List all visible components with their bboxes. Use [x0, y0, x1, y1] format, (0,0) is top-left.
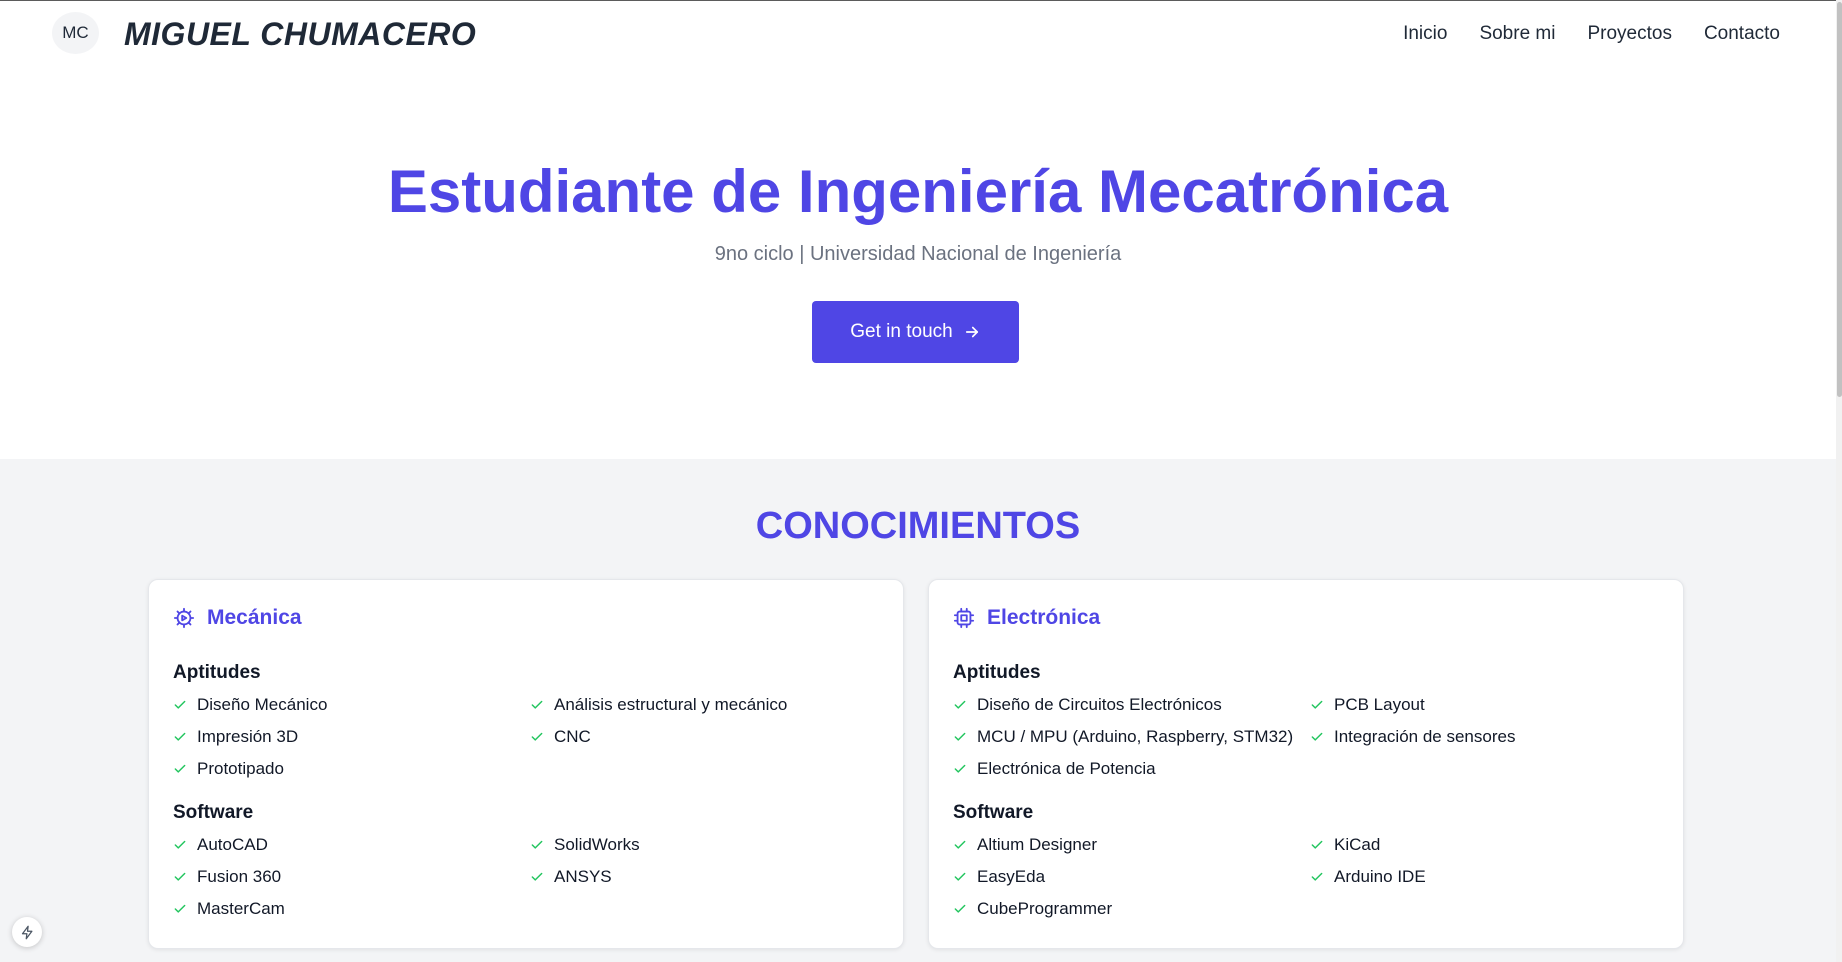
- list-item: EasyEda: [953, 861, 1310, 893]
- list-item: MCU / MPU (Arduino, Raspberry, STM32): [953, 721, 1310, 753]
- item-label: Prototipado: [197, 759, 284, 778]
- gear-icon: [173, 607, 195, 629]
- list-item: AutoCAD: [173, 829, 530, 861]
- lightning-button[interactable]: [12, 917, 42, 947]
- item-label: Integración de sensores: [1334, 727, 1516, 746]
- item-label: KiCad: [1334, 835, 1381, 854]
- skills-list: Diseño Mecánico Análisis estructural y m…: [173, 689, 883, 785]
- skills-heading: Aptitudes: [173, 662, 261, 683]
- site-header: MC MIGUEL CHUMACERO Inicio Sobre mi Proy…: [0, 1, 1836, 65]
- check-icon: [174, 904, 186, 913]
- knowledge-section: CONOCIMIENTOS Mecánica Aptitudes Diseño …: [0, 459, 1836, 962]
- item-label: Altium Designer: [977, 835, 1097, 854]
- card-mecanica: Mecánica Aptitudes Diseño Mecánico Análi…: [148, 579, 904, 949]
- list-item: KiCad: [1310, 829, 1663, 861]
- list-item: ANSYS: [530, 861, 883, 893]
- item-label: Electrónica de Potencia: [977, 759, 1156, 778]
- get-in-touch-label: Get in touch: [850, 321, 953, 342]
- item-label: Fusion 360: [197, 867, 282, 886]
- nav-link-proyectos[interactable]: Proyectos: [1587, 23, 1671, 45]
- list-item: Arduino IDE: [1310, 861, 1663, 893]
- check-icon: [1311, 872, 1323, 881]
- software-heading: Software: [173, 802, 254, 823]
- check-icon: [954, 904, 966, 913]
- list-item: SolidWorks: [530, 829, 883, 861]
- list-item: Impresión 3D: [173, 721, 530, 753]
- item-label: SolidWorks: [554, 835, 640, 854]
- list-item: Diseño Mecánico: [173, 689, 530, 721]
- check-icon: [1311, 700, 1323, 709]
- check-icon: [174, 732, 186, 741]
- nav-link-inicio[interactable]: Inicio: [1403, 23, 1447, 45]
- item-label: Análisis estructural y mecánico: [554, 695, 788, 714]
- nav-link-contacto[interactable]: Contacto: [1704, 23, 1780, 45]
- item-label: MasterCam: [197, 899, 285, 918]
- lightning-icon: [21, 925, 32, 939]
- check-icon: [954, 872, 966, 881]
- list-item: Análisis estructural y mecánico: [530, 689, 883, 721]
- check-icon: [531, 840, 543, 849]
- software-heading: Software: [953, 802, 1034, 823]
- item-label: PCB Layout: [1334, 695, 1425, 714]
- list-item: PCB Layout: [1310, 689, 1663, 721]
- hero-section: Estudiante de Ingeniería Mecatrónica 9no…: [0, 65, 1836, 459]
- check-icon: [954, 700, 966, 709]
- software-list: AutoCAD SolidWorks Fusion 360 ANSYS Mast…: [173, 829, 883, 925]
- check-icon: [954, 764, 966, 773]
- nav-link-sobre-mi[interactable]: Sobre mi: [1479, 23, 1555, 45]
- main-nav: Inicio Sobre mi Proyectos Contacto: [1403, 23, 1780, 45]
- item-label: Diseño de Circuitos Electrónicos: [977, 695, 1222, 714]
- software-list: Altium Designer KiCad EasyEda Arduino ID…: [953, 829, 1663, 925]
- site-name[interactable]: MIGUEL CHUMACERO: [124, 16, 476, 53]
- check-icon: [1311, 732, 1323, 741]
- card-header: Mecánica: [173, 606, 302, 630]
- check-icon: [174, 700, 186, 709]
- section-title: CONOCIMIENTOS: [755, 505, 1081, 547]
- check-icon: [954, 732, 966, 741]
- logo-avatar[interactable]: MC: [52, 12, 99, 54]
- skills-list: Diseño de Circuitos Electrónicos PCB Lay…: [953, 689, 1663, 785]
- list-item: Prototipado: [173, 753, 530, 785]
- list-item: Electrónica de Potencia: [953, 753, 1310, 785]
- check-icon: [174, 764, 186, 773]
- check-icon: [954, 840, 966, 849]
- item-label: EasyEda: [977, 867, 1046, 886]
- check-icon: [531, 700, 543, 709]
- item-label: CubeProgrammer: [977, 899, 1113, 918]
- card-title: Electrónica: [987, 606, 1101, 629]
- item-label: ANSYS: [554, 867, 612, 886]
- get-in-touch-button[interactable]: Get in touch: [812, 301, 1019, 363]
- item-label: MCU / MPU (Arduino, Raspberry, STM32): [977, 727, 1294, 746]
- list-item: CubeProgrammer: [953, 893, 1310, 925]
- hero-subtitle: 9no ciclo | Universidad Nacional de Inge…: [714, 243, 1122, 265]
- card-header: Electrónica: [953, 606, 1100, 630]
- card-electronica: Electrónica Aptitudes Diseño de Circuito…: [928, 579, 1684, 949]
- item-label: Impresión 3D: [197, 727, 299, 746]
- check-icon: [174, 872, 186, 881]
- list-item: CNC: [530, 721, 883, 753]
- list-item: Diseño de Circuitos Electrónicos: [953, 689, 1310, 721]
- arrow-right-icon: [965, 326, 978, 338]
- list-item: Integración de sensores: [1310, 721, 1663, 753]
- list-item: MasterCam: [173, 893, 530, 925]
- chip-icon: [953, 607, 975, 629]
- card-title: Mecánica: [207, 606, 302, 629]
- scrollbar-thumb[interactable]: [1837, 2, 1842, 397]
- item-label: Arduino IDE: [1334, 867, 1426, 886]
- item-label: AutoCAD: [197, 835, 268, 854]
- list-item: Fusion 360: [173, 861, 530, 893]
- check-icon: [531, 732, 543, 741]
- item-label: Diseño Mecánico: [197, 695, 328, 714]
- item-label: CNC: [554, 727, 591, 746]
- skills-heading: Aptitudes: [953, 662, 1041, 683]
- hero-title: Estudiante de Ingeniería Mecatrónica: [387, 158, 1449, 225]
- check-icon: [531, 872, 543, 881]
- list-item: Altium Designer: [953, 829, 1310, 861]
- check-icon: [1311, 840, 1323, 849]
- check-icon: [174, 840, 186, 849]
